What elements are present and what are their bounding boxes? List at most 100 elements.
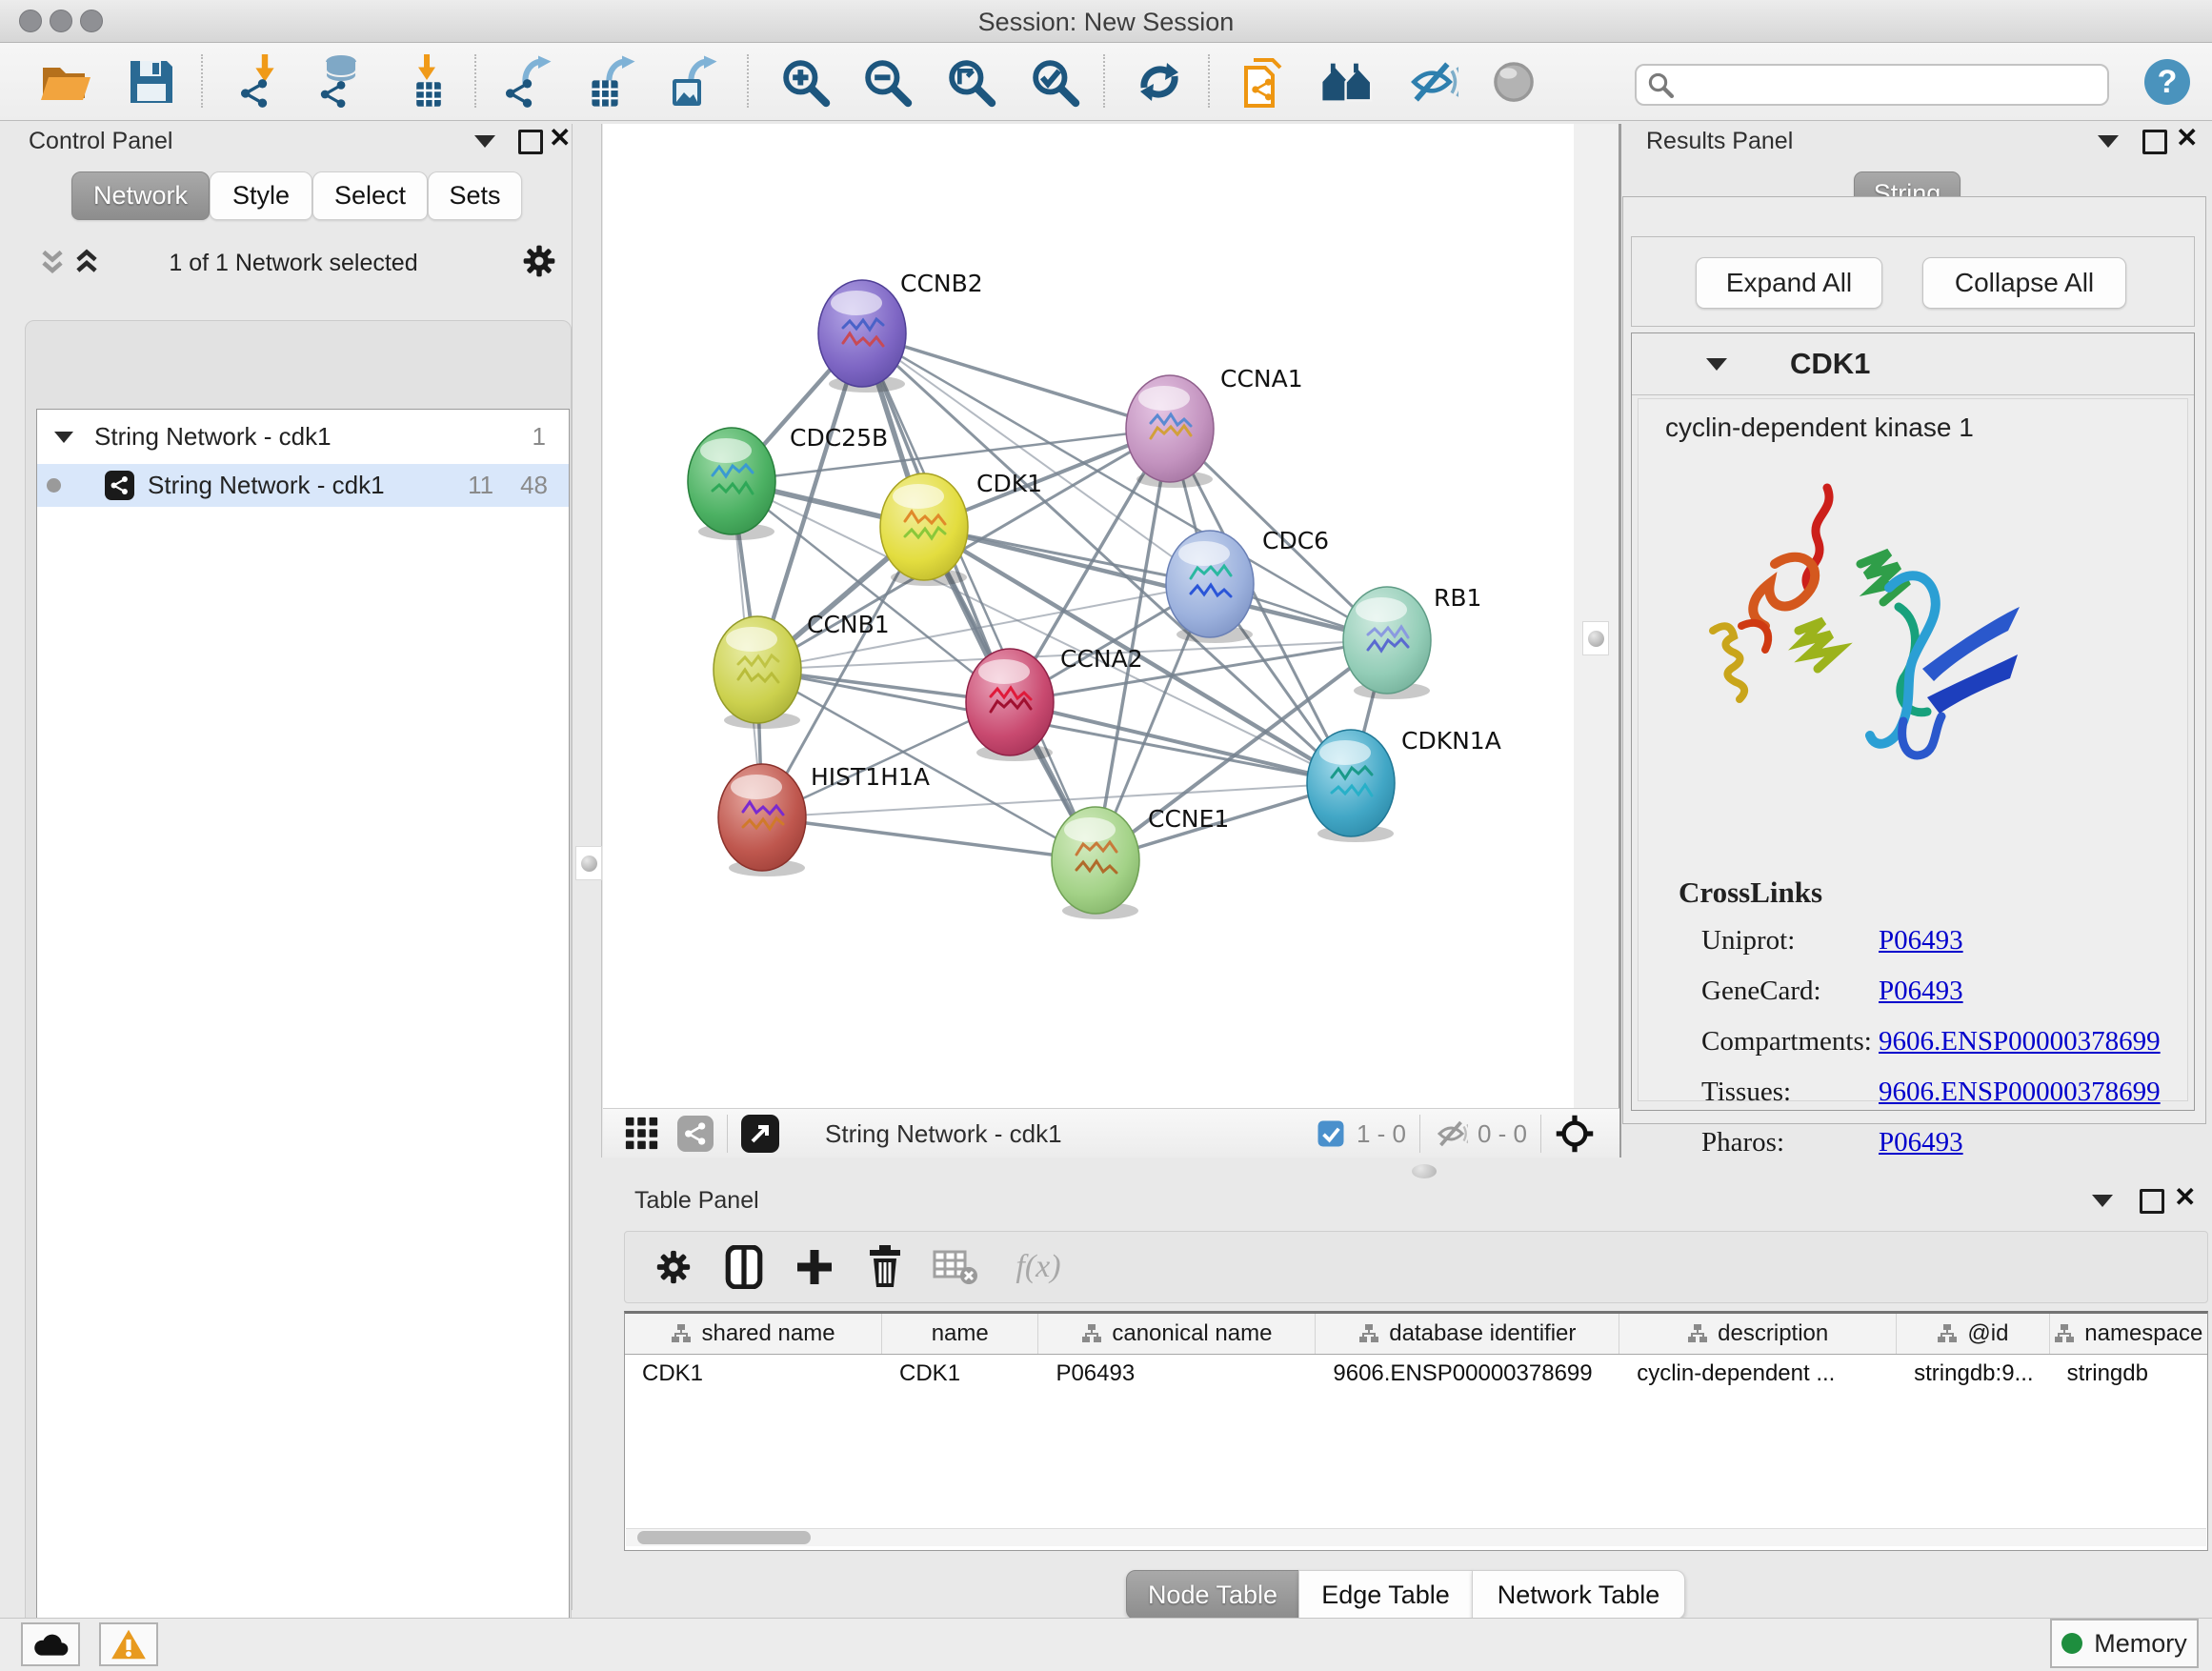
column-header-canonical-name[interactable]: canonical name [1038,1314,1316,1354]
export-network-button[interactable] [499,52,558,111]
network-edge[interactable] [1010,702,1351,783]
cell-id[interactable]: stringdb:9... [1897,1360,2049,1387]
column-header-shared-name[interactable]: shared name [625,1314,882,1354]
right-splitter-handle[interactable] [1582,621,1609,655]
network-node-rb1[interactable]: RB1 [1343,584,1481,699]
table-panel-float-icon[interactable] [2140,1189,2164,1214]
import-database-button[interactable] [311,52,370,111]
network-node-ccne1[interactable]: CCNE1 [1052,805,1229,919]
create-column-button[interactable] [779,1238,850,1296]
tab-network-table[interactable]: Network Table [1472,1570,1685,1620]
tab-style[interactable]: Style [210,171,312,220]
memory-button[interactable]: Memory [2050,1619,2199,1668]
left-splitter-handle[interactable] [575,846,602,880]
function-builder-button[interactable]: f(x) [991,1238,1086,1296]
import-table-button[interactable] [398,52,457,111]
network-node-cdc25b[interactable]: CDC25B [688,424,888,540]
network-node-cdc6[interactable]: CDC6 [1166,527,1329,643]
network-node-ccna1[interactable]: CCNA1 [1126,365,1303,488]
table-panel-menu-icon[interactable] [2092,1195,2113,1207]
table-row[interactable]: CDK1 CDK1 P06493 9606.ENSP00000378699 cy… [625,1355,2207,1393]
crosslink-pharos[interactable]: P06493 [1879,1127,1963,1158]
search-input[interactable] [1675,70,2098,101]
zoom-in-button[interactable] [775,52,835,111]
warnings-button[interactable] [99,1622,158,1666]
fit-crosshair-icon[interactable] [1555,1114,1595,1154]
export-image-button[interactable] [663,52,722,111]
gene-collapse-icon[interactable] [1706,358,1727,371]
column-header-name[interactable]: name [882,1314,1038,1354]
tree-expander-icon[interactable] [54,432,73,443]
table-horizontal-scrollbar[interactable] [626,1528,2206,1546]
cell-description[interactable]: cyclin-dependent ... [1619,1360,1897,1387]
cell-name[interactable]: CDK1 [882,1360,1038,1387]
save-session-button[interactable] [122,52,181,111]
expand-all-button[interactable]: Expand All [1696,257,1882,309]
scrollbar-thumb[interactable] [637,1531,811,1544]
selected-checkbox-icon[interactable] [1317,1119,1345,1148]
crosslink-genecard[interactable]: P06493 [1879,976,1963,1007]
network-edge[interactable] [762,817,1096,860]
network-node-cdkn1a[interactable]: CDKN1A [1307,727,1501,842]
cell-shared-name[interactable]: CDK1 [625,1360,882,1387]
zoom-fit-button[interactable] [941,52,1000,111]
tab-node-table[interactable]: Node Table [1126,1570,1299,1620]
crosslink-uniprot[interactable]: P06493 [1879,925,1963,956]
show-all-button[interactable] [1484,52,1543,111]
horizontal-splitter[interactable] [603,1158,2212,1184]
help-button[interactable]: ? [2138,52,2197,111]
control-panel-float-icon[interactable] [518,130,543,154]
refresh-network-button[interactable] [1130,52,1189,111]
delete-column-button[interactable] [850,1238,920,1296]
import-network-button[interactable] [231,52,290,111]
zoom-selected-button[interactable] [1025,52,1084,111]
network-tree-child-row[interactable]: String Network - cdk1 11 48 [37,464,569,507]
column-header-description[interactable]: description [1619,1314,1897,1354]
cell-namespace[interactable]: stringdb [2050,1360,2207,1387]
control-panel-close-icon[interactable]: ✕ [549,129,571,148]
tab-select[interactable]: Select [312,171,428,220]
network-node-ccnb1[interactable]: CCNB1 [714,611,890,729]
collapse-all-button[interactable]: Collapse All [1922,257,2126,309]
cell-canonical-name[interactable]: P06493 [1038,1360,1316,1387]
control-panel-menu-icon[interactable] [474,135,495,148]
column-header-id[interactable]: @id [1897,1314,2049,1354]
cloud-status-button[interactable] [21,1622,80,1666]
network-node-hist1h1a[interactable]: HIST1H1A [718,763,930,876]
table-settings-button[interactable] [638,1238,709,1296]
tab-network[interactable]: Network [71,171,210,220]
external-view-icon[interactable] [741,1115,779,1153]
network-options-gear-icon[interactable] [520,242,558,280]
string-panel-icon[interactable] [677,1116,714,1152]
tab-edge-table[interactable]: Edge Table [1298,1570,1473,1620]
network-node-cdk1[interactable]: CDK1 [880,470,1042,586]
network-node-ccnb2[interactable]: CCNB2 [818,270,983,393]
open-session-button[interactable] [36,52,95,111]
collapse-all-icon[interactable] [36,248,69,278]
birdseye-grid-icon[interactable] [624,1116,660,1152]
export-table-button[interactable] [581,52,640,111]
table-panel-close-icon[interactable]: ✕ [2174,1188,2196,1207]
results-panel-menu-icon[interactable] [2098,135,2119,148]
column-header-database-identifier[interactable]: database identifier [1316,1314,1619,1354]
crosslink-tissues[interactable]: 9606.ENSP00000378699 [1879,1077,2161,1108]
first-neighbors-button[interactable] [1318,52,1377,111]
tab-sets[interactable]: Sets [428,171,522,220]
network-from-selection-button[interactable] [1235,52,1294,111]
show-columns-button[interactable] [709,1238,779,1296]
table-delete-icon [933,1248,978,1286]
results-panel-float-icon[interactable] [2142,130,2167,154]
network-tree-root-row[interactable]: String Network - cdk1 1 [37,410,569,458]
cell-database-identifier[interactable]: 9606.ENSP00000378699 [1316,1360,1619,1387]
column-header-namespace[interactable]: namespace [2050,1314,2207,1354]
title-bar: Session: New Session [0,0,2212,43]
gene-section-header[interactable]: CDK1 [1632,333,2194,395]
zoom-out-button[interactable] [857,52,916,111]
network-canvas[interactable]: CCNB2CCNA1CDC25BCDK1CDC6RB1CCNB1CCNA2CDK… [603,124,1574,1108]
results-panel-close-icon[interactable]: ✕ [2176,129,2198,148]
crosslink-compartments[interactable]: 9606.ENSP00000378699 [1879,1026,2161,1057]
expand-all-icon[interactable] [70,248,103,278]
network-edge[interactable] [862,333,1170,429]
hide-selected-button[interactable] [1402,52,1461,111]
delete-table-button[interactable] [920,1238,991,1296]
